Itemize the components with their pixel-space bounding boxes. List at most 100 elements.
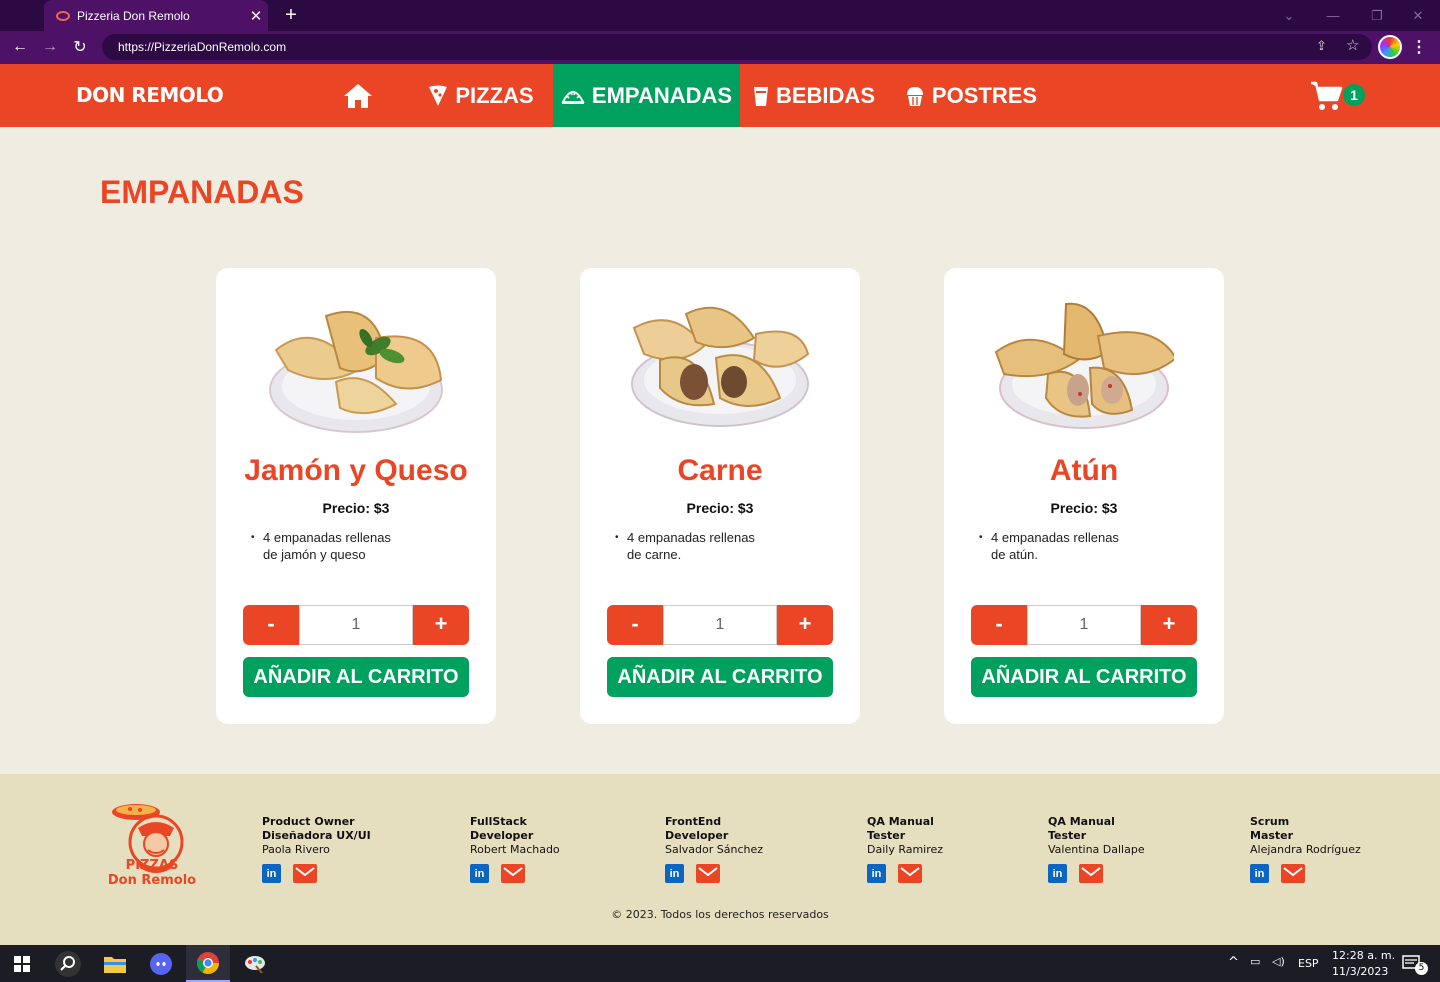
- add-to-cart-button[interactable]: AÑADIR AL CARRITO: [971, 657, 1197, 697]
- member-name: Salvador Sánchez: [665, 843, 764, 856]
- page-title: EMPANADAS: [100, 174, 304, 210]
- share-icon[interactable]: ⇪: [1316, 38, 1327, 54]
- quantity-stepper: - +: [971, 605, 1197, 645]
- site-footer: PIZZAS Don Remolo Product Owner Diseñado…: [0, 774, 1440, 945]
- product-description: 4 empanadas rellenas de carne.: [615, 529, 787, 563]
- increase-quantity-button[interactable]: +: [777, 605, 833, 645]
- team-member: FullStack Developer Robert Machado in: [470, 815, 560, 883]
- decrease-quantity-button[interactable]: -: [607, 605, 663, 645]
- linkedin-icon[interactable]: in: [665, 864, 684, 883]
- show-hidden-icons-icon[interactable]: ^: [1228, 955, 1239, 970]
- brand-logo[interactable]: DON REMOLO: [76, 83, 224, 107]
- tab-close-icon[interactable]: ✕: [244, 7, 268, 25]
- product-card: Jamón y Queso Precio: $3 4 empanadas rel…: [216, 268, 496, 724]
- product-description: 4 empanadas rellenas de jamón y queso: [251, 529, 423, 563]
- description-line: 4 empanadas rellenas: [991, 530, 1119, 545]
- quantity-input[interactable]: [1027, 605, 1141, 645]
- new-tab-button[interactable]: +: [280, 4, 302, 26]
- quantity-input[interactable]: [299, 605, 413, 645]
- pizza-slice-icon: [429, 85, 448, 106]
- windows-start-icon[interactable]: [0, 945, 44, 982]
- empanada-icon: [561, 90, 585, 104]
- mail-icon[interactable]: [1079, 864, 1103, 883]
- member-name: Valentina Dallape: [1048, 843, 1145, 856]
- description-line: de jamón y queso: [263, 547, 366, 562]
- nav-bebidas-label: BEBIDAS: [775, 82, 875, 108]
- team-member: Scrum Master Alejandra Rodríguez in: [1250, 815, 1361, 883]
- nav-postres[interactable]: POSTRES: [900, 64, 1042, 127]
- minimize-icon[interactable]: —: [1311, 0, 1355, 31]
- file-explorer-icon[interactable]: [93, 945, 137, 982]
- decrease-quantity-button[interactable]: -: [971, 605, 1027, 645]
- tab-title: Pizzeria Don Remolo: [77, 8, 190, 23]
- windows-taskbar: ^ ▭ ◁) ESP 12:28 a. m. 11/3/2023 5: [0, 945, 1440, 982]
- paint-app-icon[interactable]: [233, 945, 277, 982]
- reload-icon[interactable]: ↻: [69, 36, 91, 58]
- mail-icon[interactable]: [696, 864, 720, 883]
- logo-line: PIZZAS: [125, 858, 179, 873]
- mail-icon[interactable]: [1281, 864, 1305, 883]
- product-price: Precio: $3: [322, 500, 390, 516]
- forward-arrow-icon[interactable]: →: [39, 36, 61, 58]
- restore-icon[interactable]: ❐: [1355, 0, 1399, 31]
- input-language[interactable]: ESP: [1298, 957, 1319, 970]
- nav-postres-label: POSTRES: [931, 82, 1038, 108]
- network-icon[interactable]: ▭: [1250, 955, 1260, 968]
- nav-pizzas[interactable]: PIZZAS: [418, 64, 544, 127]
- description-line: de atún.: [991, 547, 1038, 562]
- member-role: Product Owner Diseñadora UX/UI: [262, 815, 371, 842]
- back-arrow-icon[interactable]: ←: [9, 36, 31, 58]
- cup-icon: [753, 86, 768, 106]
- increase-quantity-button[interactable]: +: [413, 605, 469, 645]
- notifications-icon[interactable]: 5: [1390, 945, 1434, 982]
- clock-time[interactable]: 12:28 a. m.: [1332, 949, 1395, 962]
- home-icon: [344, 83, 372, 108]
- product-price: Precio: $3: [1050, 500, 1118, 516]
- cupcake-icon: [906, 86, 923, 106]
- nav-pizzas-label: PIZZAS: [455, 82, 534, 108]
- mail-icon[interactable]: [898, 864, 922, 883]
- member-role: QA Manual Tester: [1048, 815, 1115, 842]
- decrease-quantity-button[interactable]: -: [243, 605, 299, 645]
- add-to-cart-button[interactable]: AÑADIR AL CARRITO: [243, 657, 469, 697]
- window-close-icon[interactable]: ✕: [1396, 0, 1440, 31]
- product-description: 4 empanadas rellenas de atún.: [979, 529, 1151, 563]
- linkedin-icon[interactable]: in: [470, 864, 489, 883]
- empanada-atun-image: [994, 302, 1174, 429]
- mail-icon[interactable]: [293, 864, 317, 883]
- cart-count-badge: 1: [1343, 84, 1365, 106]
- member-name: Daily Ramirez: [867, 843, 944, 856]
- member-role: Scrum Master: [1250, 815, 1294, 842]
- product-name: Jamón y Queso: [244, 454, 468, 487]
- clock-date[interactable]: 11/3/2023: [1332, 965, 1388, 978]
- member-name: Paola Rivero: [262, 843, 330, 856]
- profile-avatar[interactable]: [1378, 35, 1402, 59]
- empanada-jamon-queso-image: [269, 310, 443, 433]
- linkedin-icon[interactable]: in: [1048, 864, 1067, 883]
- browser-menu-icon[interactable]: ⋮: [1411, 37, 1427, 57]
- bookmark-star-icon[interactable]: ☆: [1346, 36, 1359, 54]
- browser-tab[interactable]: Pizzeria Don Remolo ✕: [44, 0, 268, 31]
- linkedin-icon[interactable]: in: [262, 864, 281, 883]
- logo-line: Don Remolo: [107, 873, 197, 888]
- cart-button[interactable]: 1: [1310, 80, 1370, 112]
- search-icon[interactable]: [46, 945, 90, 982]
- nav-empanadas[interactable]: EMPANADAS: [553, 64, 740, 127]
- address-bar[interactable]: https://PizzeriaDonRemolo.com: [102, 34, 1372, 60]
- add-to-cart-button[interactable]: AÑADIR AL CARRITO: [607, 657, 833, 697]
- nav-bebidas[interactable]: BEBIDAS: [750, 64, 878, 127]
- linkedin-icon[interactable]: in: [867, 864, 886, 883]
- discord-icon[interactable]: [139, 945, 183, 982]
- notification-count-badge: 5: [1415, 962, 1428, 975]
- chrome-icon[interactable]: [186, 945, 230, 982]
- volume-icon[interactable]: ◁): [1272, 955, 1285, 968]
- quantity-input[interactable]: [663, 605, 777, 645]
- increase-quantity-button[interactable]: +: [1141, 605, 1197, 645]
- linkedin-icon[interactable]: in: [1250, 864, 1269, 883]
- browser-toolbar: ← → ↻ https://PizzeriaDonRemolo.com ⇪ ☆ …: [0, 31, 1440, 64]
- shopping-cart-icon: [1311, 81, 1343, 110]
- tab-search-icon[interactable]: ⌄: [1267, 0, 1311, 31]
- mail-icon[interactable]: [501, 864, 525, 883]
- nav-home[interactable]: [330, 64, 386, 127]
- product-card: Atún Precio: $3 4 empanadas rellenas de …: [944, 268, 1224, 724]
